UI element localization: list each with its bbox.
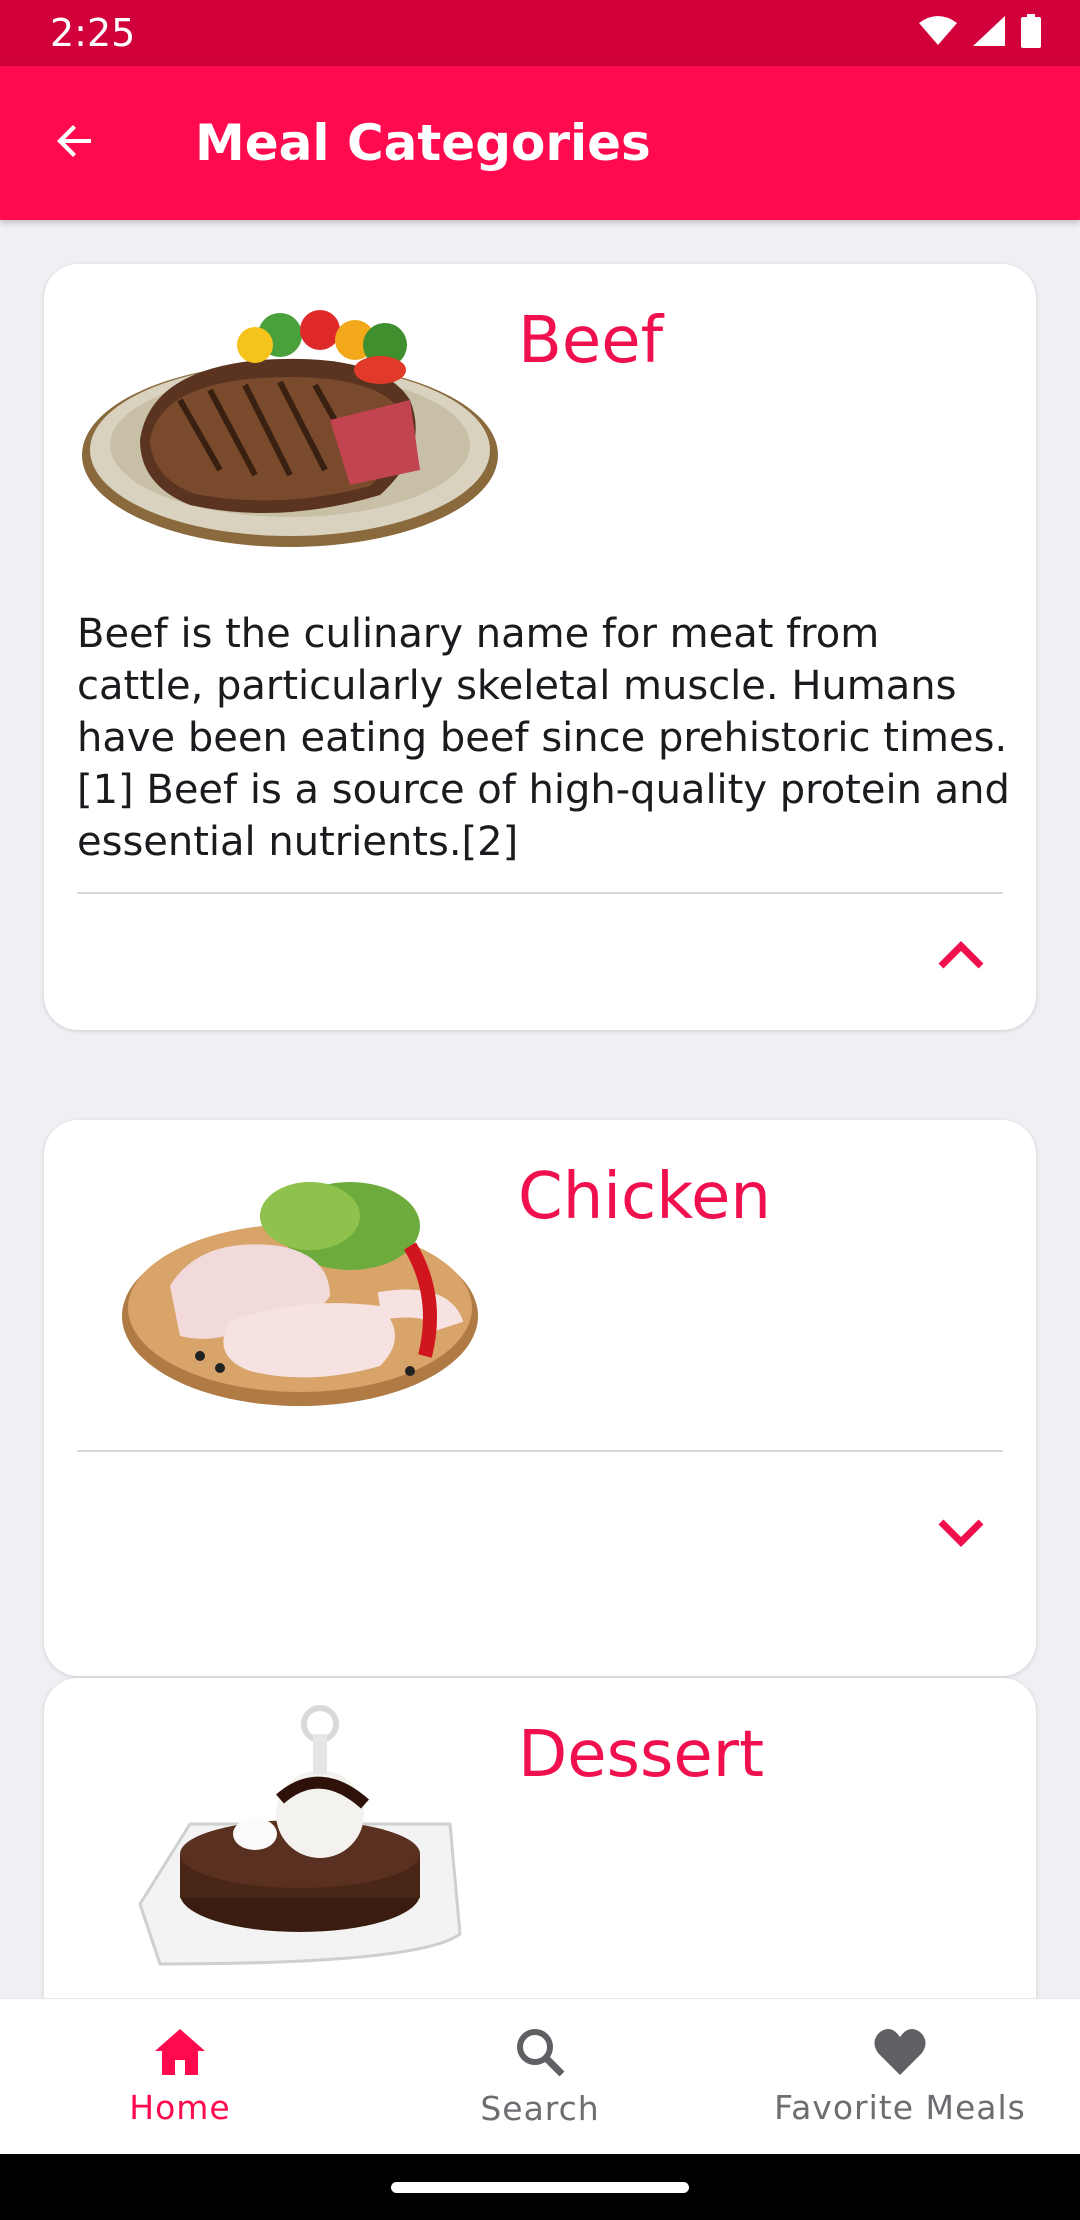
nav-item-favorites[interactable]: Favorite Meals xyxy=(720,1999,1080,2154)
card-divider xyxy=(77,1450,1003,1452)
back-button[interactable] xyxy=(35,103,115,183)
status-time: 2:25 xyxy=(50,11,136,55)
nav-item-home[interactable]: Home xyxy=(0,1999,360,2154)
page-title: Meal Categories xyxy=(195,114,651,172)
category-card-chicken[interactable]: Chicken xyxy=(44,1120,1036,1676)
category-card-dessert[interactable]: Dessert xyxy=(44,1678,1036,1998)
nav-label-favorites: Favorite Meals xyxy=(774,2087,1026,2127)
nav-item-search[interactable]: Search xyxy=(360,1999,720,2154)
category-title: Chicken xyxy=(518,1160,771,1234)
arrow-back-icon xyxy=(51,117,99,170)
search-icon xyxy=(514,2026,566,2083)
category-title: Beef xyxy=(518,304,664,378)
home-gesture-handle[interactable] xyxy=(391,2181,689,2193)
chocolate-dessert-image xyxy=(80,1704,520,1974)
category-description: Beef is the culinary name for meat from … xyxy=(77,611,1010,865)
nav-label-home: Home xyxy=(129,2087,231,2127)
collapse-button[interactable] xyxy=(926,922,996,992)
category-list[interactable]: Beef Beef is the culinary name for meat … xyxy=(0,220,1080,1998)
nav-label-search: Search xyxy=(480,2088,600,2128)
expand-button[interactable] xyxy=(926,1500,996,1570)
card-divider xyxy=(77,892,1003,894)
status-bar: 2:25 xyxy=(0,0,1080,66)
chevron-up-icon xyxy=(937,940,985,975)
chevron-down-icon xyxy=(937,1518,985,1553)
bottom-navigation: Home Search Favorite Meals xyxy=(0,1998,1080,2154)
system-gesture-bar xyxy=(0,2154,1080,2220)
home-icon xyxy=(153,2027,207,2082)
status-icons xyxy=(918,13,1042,53)
category-title: Dessert xyxy=(518,1718,765,1792)
signal-icon xyxy=(972,15,1006,52)
wifi-icon xyxy=(918,15,958,52)
beef-steak-image xyxy=(80,290,520,560)
category-card-beef[interactable]: Beef Beef is the culinary name for meat … xyxy=(44,264,1036,1030)
app-bar: Meal Categories xyxy=(0,66,1080,220)
battery-icon xyxy=(1020,13,1042,53)
chicken-legs-image xyxy=(80,1146,520,1416)
heart-icon xyxy=(872,2027,928,2082)
